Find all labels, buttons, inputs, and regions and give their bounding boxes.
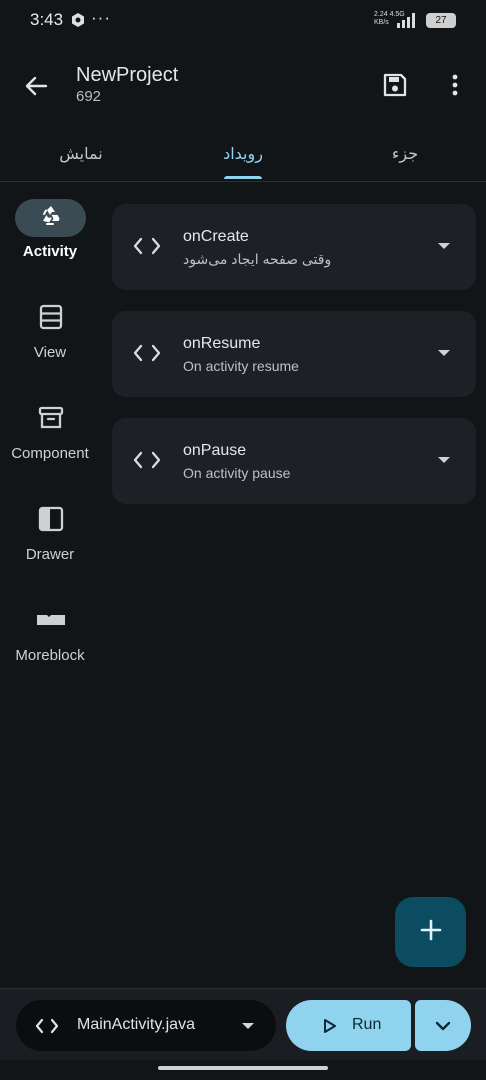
status-bar: 3:43 ··· 2.24 4.5G KB/s 27 <box>0 0 486 42</box>
gesture-navigation-bar[interactable] <box>158 1066 328 1070</box>
save-icon[interactable] <box>380 70 410 100</box>
event-description: On activity pause <box>183 465 291 481</box>
event-card-onresume[interactable]: onResume On activity resume <box>112 311 476 397</box>
rail-item-view[interactable]: View <box>0 300 100 390</box>
rail-pill <box>15 199 86 237</box>
more-notifications-icon: ··· <box>91 8 111 27</box>
rail-pill <box>15 401 86 439</box>
tab-bar: نمایش رویداد جزء <box>0 128 486 182</box>
drawer-icon <box>37 505 65 538</box>
run-label: Run <box>352 1016 382 1033</box>
rail-item-activity[interactable]: Activity <box>0 199 100 289</box>
rail-pill <box>15 603 86 641</box>
event-title: onResume <box>183 335 261 352</box>
rail-pill <box>15 300 86 338</box>
code-icon <box>132 235 162 262</box>
moreblock-icon <box>35 610 67 635</box>
file-name: MainActivity.java <box>77 1016 195 1033</box>
battery-icon: 27 <box>426 13 456 28</box>
signal-icon <box>395 11 421 34</box>
recycle-icon <box>38 203 64 234</box>
network-speed-unit: KB/s <box>374 19 389 26</box>
rail-label-moreblock: Moreblock <box>15 647 85 664</box>
event-card-onpause[interactable]: onPause On activity pause <box>112 418 476 504</box>
project-title: NewProject <box>76 64 179 86</box>
tab-event[interactable]: رویداد <box>162 128 324 182</box>
bottom-bar: MainActivity.java Run <box>0 988 486 1060</box>
rail-label-component: Component <box>11 445 89 462</box>
app-bar: NewProject 692 <box>0 42 486 128</box>
add-event-fab[interactable] <box>395 897 466 967</box>
event-title: onPause <box>183 442 247 459</box>
rail-label-activity: Activity <box>22 243 78 260</box>
project-id: 692 <box>76 88 102 105</box>
run-button[interactable]: Run <box>286 1000 411 1051</box>
network-speed-value: 2.24 <box>374 11 388 18</box>
code-icon <box>132 449 162 476</box>
code-icon <box>132 342 162 369</box>
run-options-button[interactable] <box>415 1000 471 1051</box>
plus-icon <box>419 918 443 947</box>
rail-label-view: View <box>33 344 67 361</box>
tab-component[interactable]: جزء <box>324 128 486 182</box>
back-arrow-icon[interactable] <box>20 70 52 102</box>
rail-pill <box>15 502 86 540</box>
dropdown-arrow-icon[interactable] <box>438 243 450 249</box>
tab-indicator <box>224 176 262 179</box>
play-icon <box>323 1018 337 1039</box>
more-vert-icon[interactable] <box>442 70 468 100</box>
status-time: 3:43 <box>30 10 64 29</box>
rail-label-drawer: Drawer <box>25 546 75 563</box>
event-card-oncreate[interactable]: onCreate وقتی صفحه ایجاد می‌شود <box>112 204 476 290</box>
view-list-icon <box>38 303 64 336</box>
rail-item-component[interactable]: Component <box>0 401 100 491</box>
archive-icon <box>37 404 65 437</box>
dropdown-arrow-icon[interactable] <box>438 457 450 463</box>
code-icon <box>34 1017 60 1040</box>
dropdown-arrow-icon <box>242 1023 254 1029</box>
event-description: On activity resume <box>183 358 299 374</box>
rail-item-drawer[interactable]: Drawer <box>0 502 100 592</box>
dropdown-arrow-icon[interactable] <box>438 350 450 356</box>
rail-item-moreblock[interactable]: Moreblock <box>0 603 100 693</box>
event-description: وقتی صفحه ایجاد می‌شود <box>183 251 332 267</box>
event-title: onCreate <box>183 228 249 245</box>
hexagon-notification-icon <box>70 12 86 33</box>
tab-display[interactable]: نمایش <box>0 128 162 182</box>
file-selector[interactable]: MainActivity.java <box>16 1000 276 1051</box>
